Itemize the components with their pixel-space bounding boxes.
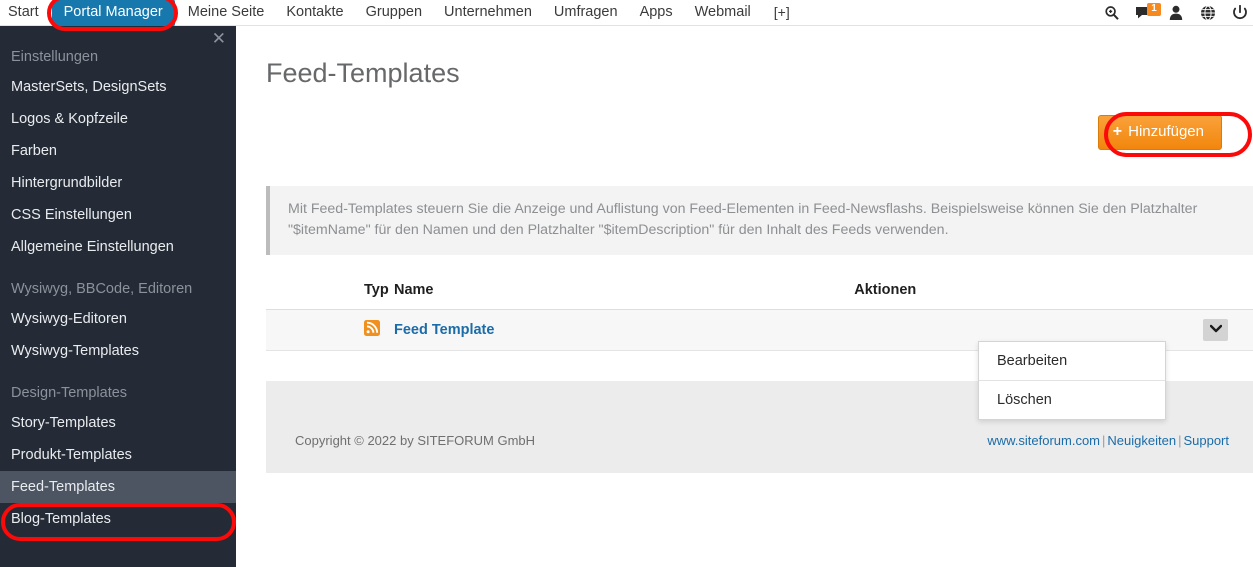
actions-dropdown-toggle[interactable] bbox=[1203, 319, 1228, 341]
sidebar-item-logos-kopfzeile[interactable]: Logos & Kopfzeile bbox=[0, 103, 236, 135]
top-bar-icons: 1 bbox=[1103, 0, 1249, 26]
sidebar-item-produkt-templates[interactable]: Produkt-Templates bbox=[0, 439, 236, 471]
search-icon[interactable] bbox=[1103, 4, 1121, 22]
footer-copyright: Copyright © 2022 by SITEFORUM GmbH bbox=[295, 433, 536, 448]
rss-feed-icon bbox=[364, 320, 380, 340]
footer-links: www.siteforum.com | Neuigkeiten | Support bbox=[987, 433, 1229, 448]
messages-badge: 1 bbox=[1147, 3, 1161, 16]
close-icon[interactable]: ✕ bbox=[212, 30, 226, 47]
nav-item-gruppen[interactable]: Gruppen bbox=[355, 0, 433, 25]
main-content: Feed-Templates + Hinzufügen Mit Feed-Temp… bbox=[236, 26, 1253, 567]
column-header-typ: Typ bbox=[266, 274, 394, 310]
sidebar-group-title-design-templates: Design-Templates bbox=[11, 385, 128, 401]
nav-item-portal-manager[interactable]: Portal Manager bbox=[51, 0, 175, 27]
sidebar: ✕ Einstellungen MasterSets, DesignSets L… bbox=[0, 26, 236, 567]
footer-link-neuigkeiten[interactable]: Neuigkeiten bbox=[1107, 433, 1176, 448]
sidebar-group-title-wysiwyg: Wysiwyg, BBCode, Editoren bbox=[11, 281, 193, 297]
nav-item-kontakte[interactable]: Kontakte bbox=[275, 0, 354, 25]
sidebar-group-title-einstellungen: Einstellungen bbox=[11, 49, 99, 65]
table-header-row: Typ Name Aktionen bbox=[266, 274, 1253, 310]
actions-dropdown-menu: Bearbeiten Löschen bbox=[978, 341, 1166, 420]
nav-item-umfragen[interactable]: Umfragen bbox=[543, 0, 629, 25]
sidebar-item-allgemeine-einstellungen[interactable]: Allgemeine Einstellungen bbox=[0, 231, 236, 263]
add-button[interactable]: + Hinzufügen bbox=[1097, 115, 1222, 150]
footer-link-website[interactable]: www.siteforum.com bbox=[987, 433, 1100, 448]
nav-item-start[interactable]: Start bbox=[0, 0, 50, 25]
messages-icon[interactable]: 1 bbox=[1135, 3, 1161, 22]
info-box: Mit Feed-Templates steuern Sie die Anzei… bbox=[266, 186, 1253, 255]
sidebar-item-mastersets-designsets[interactable]: MasterSets, DesignSets bbox=[0, 71, 236, 103]
plus-icon: + bbox=[1112, 123, 1123, 140]
page-title: Feed-Templates bbox=[266, 58, 460, 88]
table-head: Typ Name Aktionen bbox=[266, 274, 1253, 310]
sidebar-item-hintergrundbilder[interactable]: Hintergrundbilder bbox=[0, 167, 236, 199]
nav-item-apps[interactable]: Apps bbox=[629, 0, 684, 25]
sidebar-item-css-einstellungen[interactable]: CSS Einstellungen bbox=[0, 199, 236, 231]
sidebar-item-wysiwyg-templates[interactable]: Wysiwyg-Templates bbox=[0, 335, 236, 367]
nav-item-more[interactable]: [+] bbox=[762, 0, 801, 25]
template-name-link[interactable]: Feed Template bbox=[394, 322, 494, 338]
nav-item-webmail[interactable]: Webmail bbox=[684, 0, 762, 25]
column-header-name: Name bbox=[394, 274, 855, 310]
top-nav-items: Start Portal Manager Meine Seite Kontakt… bbox=[0, 0, 801, 27]
column-header-aktionen: Aktionen bbox=[854, 274, 1253, 310]
nav-item-meine-seite[interactable]: Meine Seite bbox=[177, 0, 276, 25]
globe-icon[interactable] bbox=[1199, 4, 1217, 22]
sidebar-item-story-templates[interactable]: Story-Templates bbox=[0, 407, 236, 439]
cell-typ bbox=[266, 309, 394, 351]
sidebar-item-wysiwyg-editoren[interactable]: Wysiwyg-Editoren bbox=[0, 303, 236, 335]
templates-table: Typ Name Aktionen Feed Template bbox=[266, 274, 1253, 351]
user-icon[interactable] bbox=[1167, 4, 1185, 22]
footer-link-support[interactable]: Support bbox=[1183, 433, 1229, 448]
sidebar-item-farben[interactable]: Farben bbox=[0, 135, 236, 167]
power-icon[interactable] bbox=[1231, 4, 1249, 22]
top-navigation-bar: Start Portal Manager Meine Seite Kontakt… bbox=[0, 0, 1253, 27]
add-button-label: Hinzufügen bbox=[1128, 123, 1204, 140]
nav-item-unternehmen[interactable]: Unternehmen bbox=[433, 0, 543, 25]
dropdown-item-loeschen[interactable]: Löschen bbox=[979, 380, 1165, 419]
sidebar-item-blog-templates[interactable]: Blog-Templates bbox=[0, 503, 236, 535]
sidebar-item-feed-templates[interactable]: Feed-Templates bbox=[0, 471, 236, 503]
info-box-text: Mit Feed-Templates steuern Sie die Anzei… bbox=[288, 201, 1198, 238]
cell-name: Feed Template bbox=[394, 309, 855, 351]
dropdown-item-bearbeiten[interactable]: Bearbeiten bbox=[979, 342, 1165, 380]
